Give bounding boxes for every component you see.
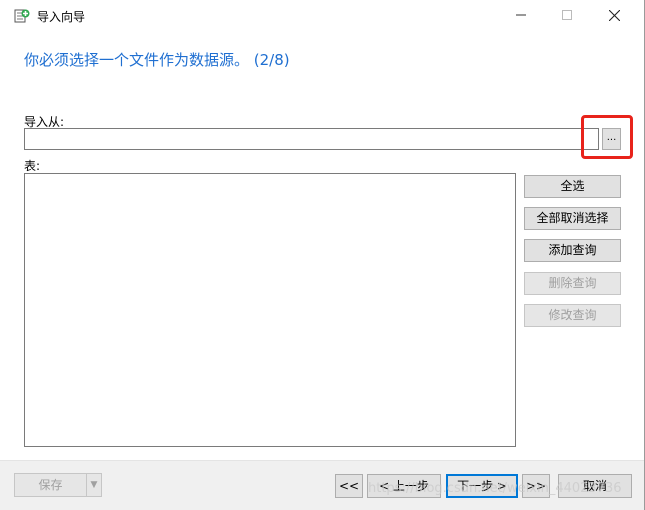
next-step-button[interactable]: 下一步 > [446, 474, 518, 498]
first-step-button[interactable]: << [335, 474, 363, 498]
minimize-icon [516, 14, 526, 16]
chevron-down-icon: ▼ [90, 480, 98, 490]
previous-step-button[interactable]: < 上一步 [367, 474, 441, 498]
browse-button[interactable]: ... [602, 128, 621, 150]
add-query-button[interactable]: 添加查询 [524, 239, 621, 262]
close-button[interactable] [600, 4, 628, 26]
select-all-button[interactable]: 全选 [524, 175, 621, 198]
import-wizard-window: 导入向导 你必须选择一个文件作为数据源。 (2/8) 导入从: ... 表: 全… [0, 0, 645, 510]
cancel-button[interactable]: 取消 [558, 474, 632, 498]
close-icon [608, 9, 620, 21]
title-bar[interactable]: 导入向导 [0, 0, 644, 30]
save-dropdown-button[interactable]: ▼ [86, 473, 102, 497]
maximize-button[interactable] [553, 4, 581, 26]
import-from-path-input[interactable] [24, 128, 599, 150]
maximize-icon [562, 10, 572, 20]
footer-bar: 保存 ▼ << < 上一步 下一步 > >> 取消 [0, 460, 644, 510]
minimize-button[interactable] [507, 4, 535, 26]
import-wizard-icon [14, 8, 30, 24]
window-title: 导入向导 [37, 10, 86, 24]
step-heading: 你必须选择一个文件作为数据源。 (2/8) [24, 51, 290, 69]
tables-list[interactable] [24, 173, 516, 447]
save-button[interactable]: 保存 [14, 473, 87, 497]
last-step-button[interactable]: >> [522, 474, 550, 498]
deselect-all-button[interactable]: 全部取消选择 [524, 207, 621, 230]
tables-label: 表: [24, 159, 41, 173]
edit-query-button[interactable]: 修改查询 [524, 304, 621, 327]
delete-query-button[interactable]: 删除查询 [524, 272, 621, 295]
